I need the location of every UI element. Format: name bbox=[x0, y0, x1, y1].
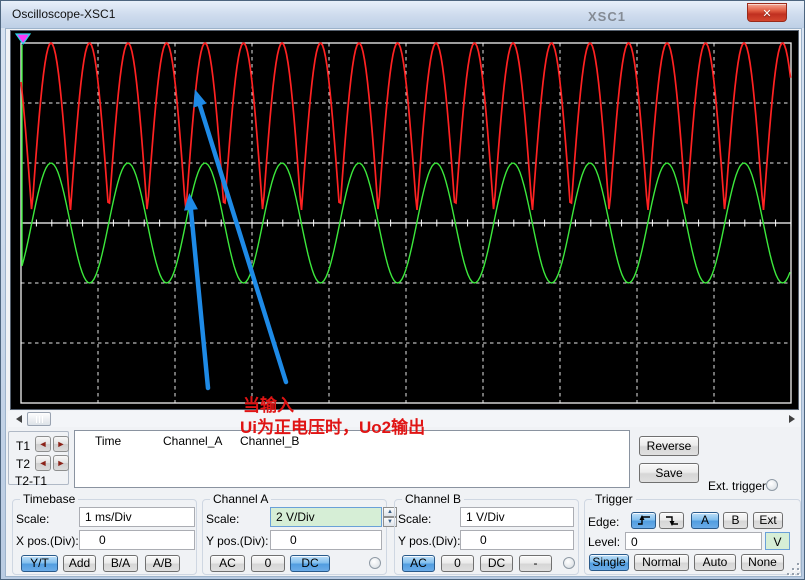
scope-hscrollbar[interactable] bbox=[8, 411, 801, 427]
trigger-normal-button[interactable]: Normal bbox=[634, 554, 689, 571]
t1-right-button[interactable]: ► bbox=[53, 436, 69, 452]
trigger-source-ext-button[interactable]: Ext bbox=[753, 512, 783, 529]
channel-b-title: Channel B bbox=[402, 492, 464, 506]
t1-left-button[interactable]: ◄ bbox=[35, 436, 51, 452]
timebase-add-button[interactable]: Add bbox=[63, 555, 96, 572]
save-button[interactable]: Save bbox=[639, 463, 699, 483]
channel-b-ac-button[interactable]: AC bbox=[402, 555, 435, 572]
channel-a-scale-field[interactable]: 2 V/Div bbox=[270, 507, 382, 527]
channel-b-scale-label: Scale: bbox=[398, 512, 431, 526]
instrument-panel: T1 ◄ ► T2 ◄ ► T2-T1 Time Channel_A Chann… bbox=[5, 28, 802, 577]
trigger-auto-button[interactable]: Auto bbox=[694, 554, 736, 571]
channel-b-scale-field[interactable]: 1 V/Div bbox=[460, 507, 574, 527]
trigger-rising-edge-button[interactable] bbox=[631, 512, 656, 529]
timebase-scale-label: Scale: bbox=[16, 512, 49, 526]
trigger-single-button[interactable]: Single bbox=[589, 554, 629, 571]
channel-b-group: Channel B Scale: 1 V/Div Y pos.(Div): 0 … bbox=[394, 499, 579, 575]
trigger-none-button[interactable]: None bbox=[741, 554, 784, 571]
channel-b-ypos-label: Y pos.(Div): bbox=[398, 534, 460, 548]
trigger-level-label: Level: bbox=[588, 535, 620, 549]
left-arrow-icon: ◄ bbox=[39, 439, 48, 449]
trigger-source-b-button[interactable]: B bbox=[723, 512, 748, 529]
reverse-button[interactable]: Reverse bbox=[639, 436, 699, 456]
channel-a-group: Channel A Scale: 2 V/Div ▲ ▼ Y pos.(Div)… bbox=[202, 499, 387, 575]
channel-a-dc-button[interactable]: DC bbox=[290, 555, 330, 572]
trigger-level-unit[interactable]: V bbox=[765, 532, 790, 550]
resize-grip[interactable] bbox=[785, 563, 801, 577]
trigger-falling-edge-button[interactable] bbox=[659, 512, 684, 529]
right-arrow-icon: ► bbox=[57, 439, 66, 449]
oscilloscope-window: Oscilloscope-XSC1 XSC1 ✕ T1 ◄ ► T2 ◄ ► T… bbox=[0, 0, 805, 580]
channel-b-ypos-field[interactable]: 0 bbox=[460, 530, 574, 550]
window-title: Oscilloscope-XSC1 bbox=[12, 7, 115, 21]
ext-trigger-terminal[interactable] bbox=[766, 479, 778, 491]
channel-a-scale-label: Scale: bbox=[206, 512, 239, 526]
channel-a-title: Channel A bbox=[210, 492, 271, 506]
channel-b-dc-button[interactable]: DC bbox=[480, 555, 513, 572]
trigger-source-a-button[interactable]: A bbox=[691, 512, 719, 529]
timebase-ab-button[interactable]: A/B bbox=[145, 555, 180, 572]
cursor-control-box: T1 ◄ ► T2 ◄ ► T2-T1 bbox=[8, 431, 69, 485]
cursor-t2t1-label: T2-T1 bbox=[15, 474, 47, 488]
timebase-ba-button[interactable]: B/A bbox=[103, 555, 138, 572]
cursor-readout-list[interactable]: Time Channel_A Channel_B bbox=[74, 430, 630, 488]
left-arrow-icon: ◄ bbox=[39, 458, 48, 468]
channel-a-terminal[interactable] bbox=[369, 557, 381, 569]
scrollbar-thumb[interactable] bbox=[27, 412, 51, 426]
channel-a-zero-button[interactable]: 0 bbox=[251, 555, 285, 572]
cursor-t1-label: T1 bbox=[16, 439, 30, 453]
timebase-xpos-label: X pos.(Div): bbox=[16, 534, 79, 548]
column-time: Time bbox=[95, 434, 121, 448]
channel-b-terminal[interactable] bbox=[563, 557, 575, 569]
close-button[interactable]: ✕ bbox=[747, 3, 787, 22]
trigger-edge-label: Edge: bbox=[588, 515, 619, 529]
channel-b-zero-button[interactable]: 0 bbox=[441, 555, 474, 572]
scrollbar-right-arrow-icon[interactable] bbox=[789, 415, 795, 423]
rising-edge-icon bbox=[636, 513, 652, 526]
trigger-group: Trigger Edge: A B Ext Level: 0 V Single … bbox=[584, 499, 801, 575]
timebase-title: Timebase bbox=[20, 492, 78, 506]
trigger-title: Trigger bbox=[592, 492, 636, 506]
channel-b-minus-button[interactable]: - bbox=[519, 555, 552, 572]
titlebar[interactable]: Oscilloscope-XSC1 XSC1 ✕ bbox=[1, 1, 804, 28]
right-arrow-icon: ► bbox=[57, 458, 66, 468]
column-channel-b: Channel_B bbox=[240, 434, 299, 448]
trigger-level-field[interactable]: 0 bbox=[625, 532, 762, 550]
column-channel-a: Channel_A bbox=[163, 434, 222, 448]
scope-graticule-and-traces bbox=[11, 31, 798, 409]
close-icon: ✕ bbox=[762, 8, 771, 20]
ext-trigger-label: Ext. trigger bbox=[708, 479, 766, 493]
timebase-yt-button[interactable]: Y/T bbox=[21, 555, 58, 572]
cursor-t2-label: T2 bbox=[16, 457, 30, 471]
channel-a-ypos-field[interactable]: 0 bbox=[270, 530, 382, 550]
t2-left-button[interactable]: ◄ bbox=[35, 455, 51, 471]
background-watermark: XSC1 bbox=[588, 9, 626, 24]
t2-right-button[interactable]: ► bbox=[53, 455, 69, 471]
timebase-xpos-field[interactable]: 0 bbox=[79, 530, 195, 550]
timebase-group: Timebase Scale: 1 ms/Div X pos.(Div): 0 … bbox=[12, 499, 197, 575]
channel-a-ypos-label: Y pos.(Div): bbox=[206, 534, 268, 548]
falling-edge-icon bbox=[664, 513, 680, 526]
scope-display bbox=[10, 30, 799, 410]
scrollbar-left-arrow-icon[interactable] bbox=[16, 415, 22, 423]
channel-a-ac-button[interactable]: AC bbox=[210, 555, 245, 572]
timebase-scale-field[interactable]: 1 ms/Div bbox=[79, 507, 195, 527]
